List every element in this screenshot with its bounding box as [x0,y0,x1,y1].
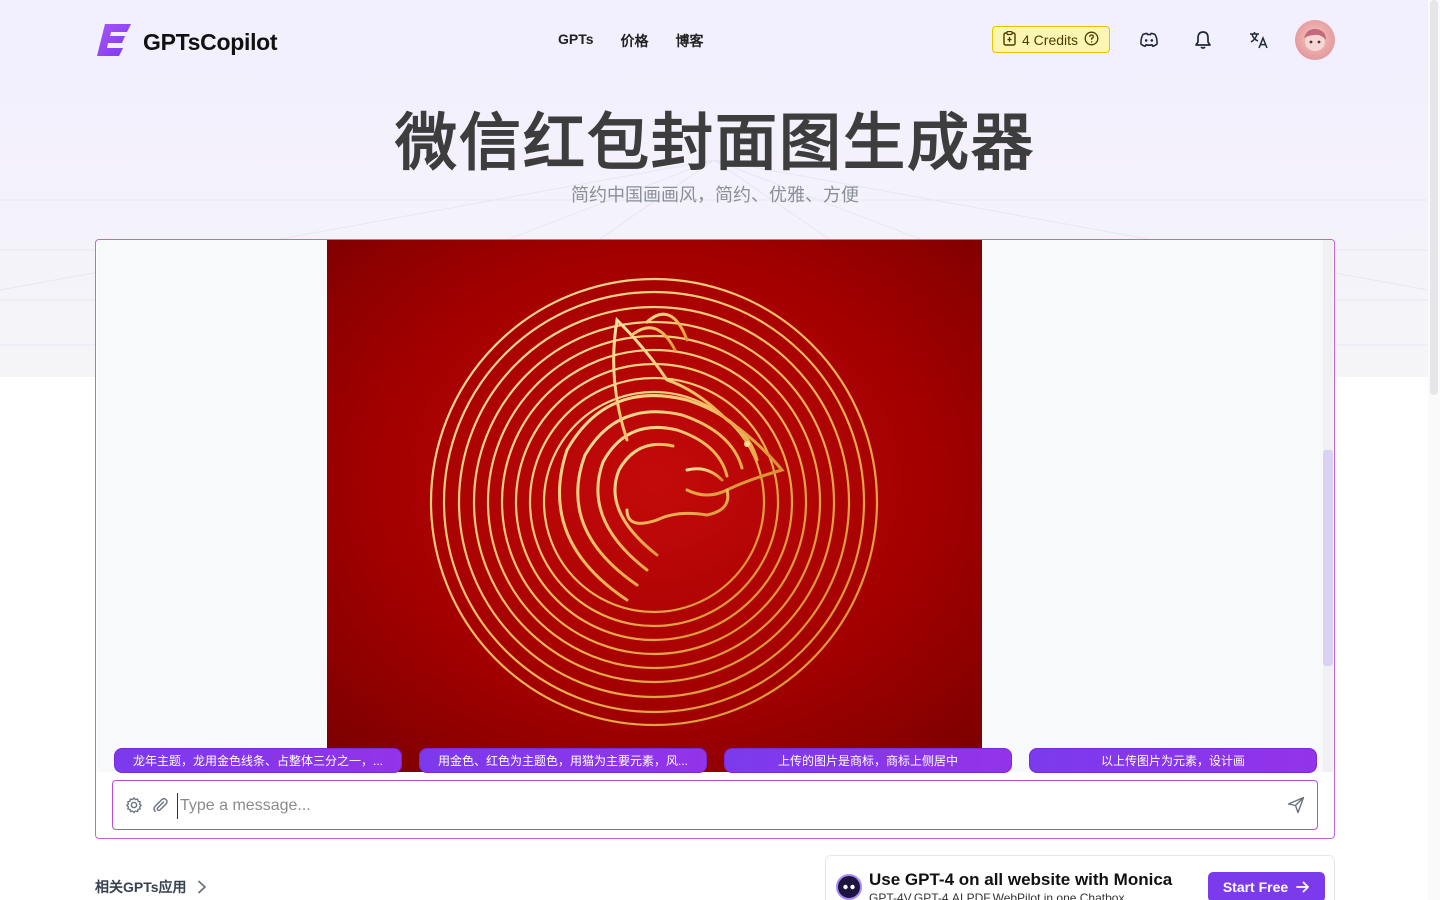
main-nav: GPTs 价格 博客 [558,31,704,51]
chat-scrollbar[interactable] [1323,240,1333,772]
header: GPTsCopilot GPTs 价格 博客 4 Credits [95,18,1335,62]
promo-subtitle: GPT-4V,GPT-4,AI PDF,WebPilot in one Chat… [869,891,1125,900]
promo-title: Use GPT-4 on all website with Monica [869,870,1173,889]
chevron-right-icon [197,880,206,894]
start-free-button[interactable]: Start Free [1208,872,1325,900]
translate-icon[interactable] [1248,29,1270,51]
bell-icon[interactable] [1192,29,1214,51]
nav-gpts[interactable]: GPTs [558,31,594,51]
help-icon[interactable] [1084,31,1099,49]
chat-panel: 龙年主题，龙用金色线条、占整体三分之一，... 用金色、红色为主题色，用猫为主要… [95,239,1335,839]
suggestion-chip[interactable]: 上传的图片是商标，商标上侧居中 [724,748,1012,773]
suggestion-chip[interactable]: 以上传图片为元素，设计画 [1029,748,1317,773]
credits-label: 4 Credits [1022,31,1079,48]
logo[interactable]: GPTsCopilot [95,20,278,65]
user-avatar[interactable] [1295,20,1335,60]
nav-blog[interactable]: 博客 [676,31,704,51]
start-free-label: Start Free [1222,879,1289,895]
generated-image[interactable] [327,240,982,772]
paperclip-icon[interactable] [151,796,169,814]
chat-scrollbar-thumb[interactable] [1323,450,1333,666]
monica-logo-icon [836,874,862,900]
message-composer [112,780,1318,830]
related-gpts-link[interactable]: 相关GPTs应用 [95,877,207,897]
nav-pricing[interactable]: 价格 [621,31,649,51]
app-name: GPTsCopilot [143,29,278,55]
prompt-suggestions: 龙年主题，龙用金色线条、占整体三分之一，... 用金色、红色为主题色，用猫为主要… [114,748,1317,773]
suggestion-chip[interactable]: 用金色、红色为主题色，用猫为主要元素，风... [419,748,707,773]
monica-promo-card: Use GPT-4 on all website with Monica GPT… [825,855,1335,900]
settings-icon[interactable] [125,796,143,814]
suggestion-chip[interactable]: 龙年主题，龙用金色线条、占整体三分之一，... [114,748,402,773]
page-scrollbar-thumb[interactable] [1430,0,1438,395]
credits-icon [1003,30,1016,49]
chat-messages [97,240,1323,772]
page-subtitle: 简约中国画画风，简约、优雅、方便 [571,185,859,205]
discord-icon[interactable] [1138,29,1160,51]
page-title: 微信红包封面图生成器 [394,106,1035,179]
logo-icon [95,20,135,65]
arrow-right-icon [1296,881,1310,893]
message-input[interactable] [177,793,1257,819]
related-label: 相关GPTs应用 [95,879,187,895]
credits-badge[interactable]: 4 Credits [992,26,1111,53]
send-icon[interactable] [1287,796,1305,814]
